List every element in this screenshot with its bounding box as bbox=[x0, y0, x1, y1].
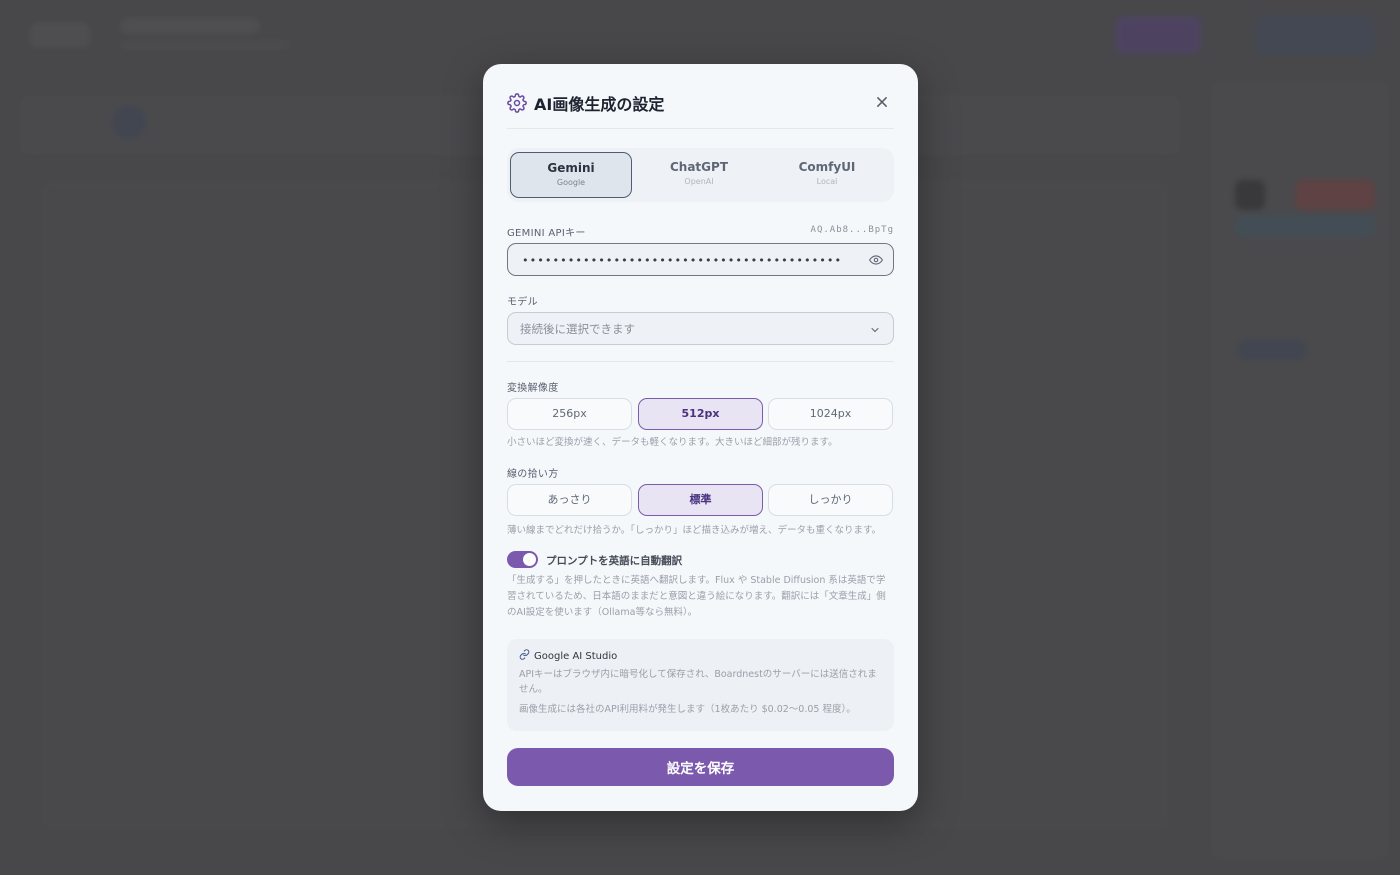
link-icon bbox=[519, 649, 530, 660]
image-generation-settings-dialog: AI画像生成の設定 Gemini Google ChatGPT OpenAI C… bbox=[483, 64, 918, 811]
provider-sub: Local bbox=[816, 177, 838, 186]
model-select[interactable]: 接続後に選択できます bbox=[507, 312, 894, 345]
auto-translate-label: プロンプトを英語に自動翻訳 bbox=[546, 555, 683, 567]
api-key-label: GEMINI APIキー bbox=[507, 228, 586, 239]
provider-gemini[interactable]: Gemini Google bbox=[510, 152, 632, 198]
eye-icon[interactable] bbox=[869, 253, 883, 267]
resolution-option-512[interactable]: 512px bbox=[638, 398, 763, 430]
info-note-encryption: APIキーはブラウザ内に暗号化して保存され、Boardnestのサーバーには送信… bbox=[519, 669, 877, 695]
info-note-pricing: 画像生成には各社のAPI利用料が発生します（1枚あたり $0.02〜0.05 程… bbox=[519, 704, 856, 715]
provider-sub: Google bbox=[556, 178, 586, 187]
provider-chatgpt[interactable]: ChatGPT OpenAI bbox=[638, 152, 760, 198]
provider-sub: OpenAI bbox=[684, 177, 714, 186]
gear-icon bbox=[507, 93, 527, 113]
close-icon[interactable] bbox=[872, 92, 892, 112]
api-key-field bbox=[507, 243, 894, 276]
provider-name: ComfyUI bbox=[798, 160, 856, 174]
toggle-knob bbox=[523, 553, 536, 566]
dialog-header: AI画像生成の設定 bbox=[507, 64, 894, 129]
provider-comfyui[interactable]: ComfyUI Local bbox=[766, 152, 888, 198]
provider-name: ChatGPT bbox=[669, 160, 728, 174]
auto-translate-toggle[interactable] bbox=[507, 551, 538, 568]
resolution-option-256[interactable]: 256px bbox=[507, 398, 632, 430]
link-label: Google AI Studio bbox=[534, 651, 618, 662]
api-key-masked-preview: AQ.Ab8...BpTg bbox=[810, 225, 894, 235]
provider-selector: Gemini Google ChatGPT OpenAI ComfyUI Loc… bbox=[507, 148, 894, 202]
line-pickup-label: 線の拾い方 bbox=[507, 469, 559, 480]
line-option-strong[interactable]: しっかり bbox=[768, 484, 893, 516]
api-key-input[interactable] bbox=[520, 250, 844, 270]
dialog-title: AI画像生成の設定 bbox=[534, 95, 665, 114]
info-box: Google AI Studio APIキーはブラウザ内に暗号化して保存され、B… bbox=[507, 639, 894, 731]
model-placeholder: 接続後に選択できます bbox=[520, 322, 635, 336]
line-option-light[interactable]: あっさり bbox=[507, 484, 632, 516]
line-option-standard[interactable]: 標準 bbox=[638, 484, 763, 516]
save-settings-button[interactable]: 設定を保存 bbox=[507, 748, 894, 786]
line-pickup-help: 薄い線までどれだけ拾うか。「しっかり」ほど描き込みが増え、データも重くなります。 bbox=[507, 525, 882, 536]
model-label: モデル bbox=[507, 297, 538, 308]
google-ai-studio-link[interactable]: Google AI Studio bbox=[519, 649, 882, 662]
chevron-down-icon bbox=[871, 328, 879, 333]
resolution-option-1024[interactable]: 1024px bbox=[768, 398, 893, 430]
divider bbox=[507, 361, 894, 362]
resolution-label: 変換解像度 bbox=[507, 383, 559, 394]
provider-name: Gemini bbox=[547, 161, 595, 175]
resolution-help: 小さいほど変換が速く、データも軽くなります。大きいほど細部が残ります。 bbox=[507, 437, 838, 448]
auto-translate-help: 「生成する」を押したときに英語へ翻訳します。Flux や Stable Diff… bbox=[507, 575, 886, 618]
